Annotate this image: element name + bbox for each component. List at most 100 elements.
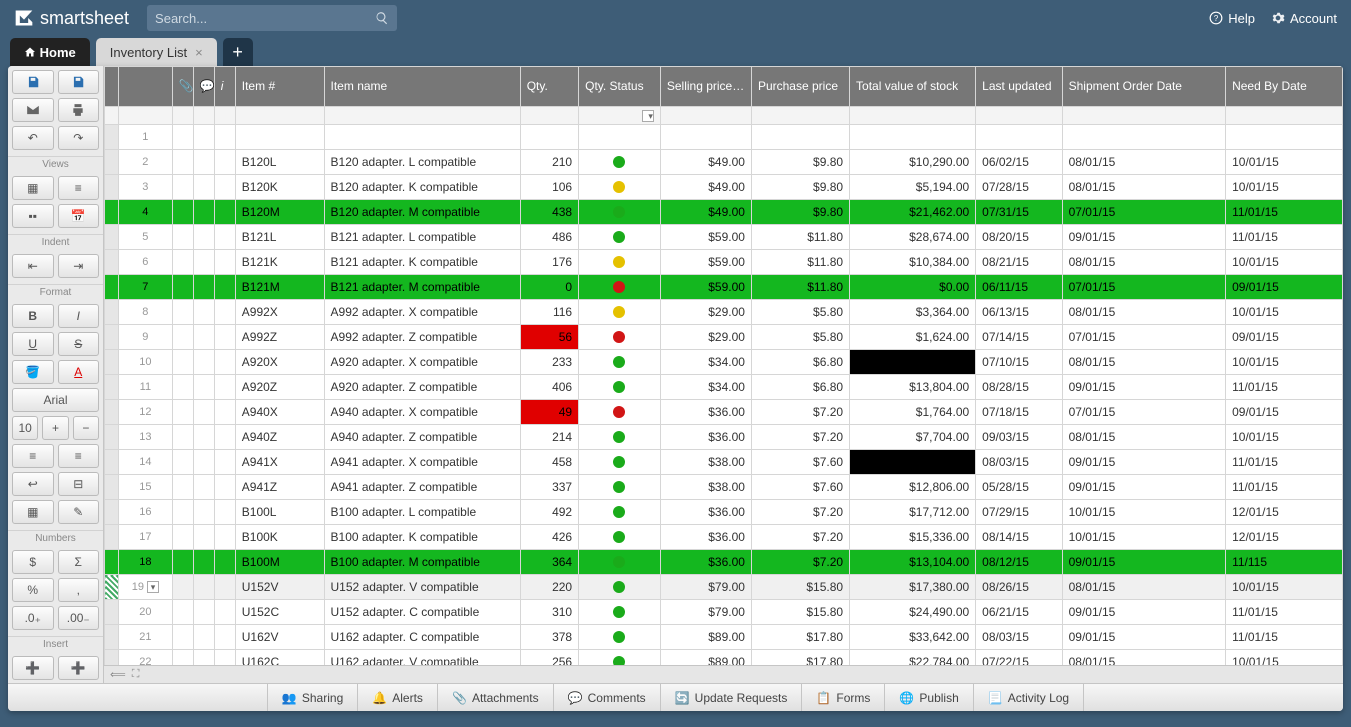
cell-need[interactable]: 11/115: [1226, 550, 1343, 575]
percent-button[interactable]: %: [12, 578, 54, 602]
cell-selling[interactable]: $36.00: [660, 550, 751, 575]
cell-item-no[interactable]: U162V: [235, 625, 324, 650]
cell-purchase[interactable]: $15.80: [751, 600, 849, 625]
cell-status[interactable]: [579, 200, 661, 225]
cell-selling[interactable]: $38.00: [660, 450, 751, 475]
cell-total[interactable]: $1,764.00: [850, 400, 976, 425]
cell-status[interactable]: [579, 550, 661, 575]
font-dec-button[interactable]: −: [73, 416, 99, 440]
table-row[interactable]: 10A920XA920 adapter. X compatible233$34.…: [105, 350, 1343, 375]
highlight-button[interactable]: ✎: [58, 500, 100, 524]
comment-col-icon[interactable]: 💬: [193, 67, 214, 107]
cell-updated[interactable]: 08/03/15: [976, 450, 1062, 475]
cell-total[interactable]: $13,804.00: [850, 375, 976, 400]
cell-qty[interactable]: 233: [520, 350, 578, 375]
cell-ship[interactable]: 10/01/15: [1062, 500, 1226, 525]
cell-item-no[interactable]: B120K: [235, 175, 324, 200]
cell-status[interactable]: [579, 275, 661, 300]
cell-purchase[interactable]: $9.80: [751, 150, 849, 175]
cell-selling[interactable]: $29.00: [660, 300, 751, 325]
table-row[interactable]: 8A992XA992 adapter. X compatible116$29.0…: [105, 300, 1343, 325]
cell-item-name[interactable]: A941 adapter. X compatible: [324, 450, 520, 475]
thousands-button[interactable]: ,: [58, 578, 100, 602]
cell-item-name[interactable]: U162 adapter. C compatible: [324, 625, 520, 650]
cell-need[interactable]: 11/01/15: [1226, 600, 1343, 625]
cell-total[interactable]: $21,462.00: [850, 200, 976, 225]
cell-item-name[interactable]: B100 adapter. M compatible: [324, 550, 520, 575]
cell-ship[interactable]: 07/01/15: [1062, 275, 1226, 300]
search-box[interactable]: [147, 5, 397, 31]
comments-button[interactable]: 💬Comments: [554, 684, 661, 711]
valign-button[interactable]: ⊟: [58, 472, 100, 496]
cell-updated[interactable]: 07/29/15: [976, 500, 1062, 525]
cell-selling[interactable]: $79.00: [660, 600, 751, 625]
cell-status[interactable]: [579, 450, 661, 475]
cell-item-no[interactable]: A920X: [235, 350, 324, 375]
table-row[interactable]: 13A940ZA940 adapter. Z compatible214$36.…: [105, 425, 1343, 450]
cell-purchase[interactable]: $11.80: [751, 250, 849, 275]
cell-updated[interactable]: 07/14/15: [976, 325, 1062, 350]
cell-item-no[interactable]: B121L: [235, 225, 324, 250]
cell-item-no[interactable]: B121K: [235, 250, 324, 275]
cell-item-no[interactable]: A940X: [235, 400, 324, 425]
table-row[interactable]: 14A941XA941 adapter. X compatible458$38.…: [105, 450, 1343, 475]
cell-ship[interactable]: 08/01/15: [1062, 175, 1226, 200]
grid-view-button[interactable]: ▦: [12, 176, 54, 200]
cell-item-name[interactable]: B100 adapter. L compatible: [324, 500, 520, 525]
scroll-left-icon[interactable]: ⟸: [110, 668, 126, 681]
cell-ship[interactable]: 07/01/15: [1062, 400, 1226, 425]
tab-home[interactable]: Home: [10, 38, 90, 66]
cell-purchase[interactable]: $17.80: [751, 650, 849, 666]
cell-total[interactable]: $33,642.00: [850, 625, 976, 650]
cell-need[interactable]: 09/01/15: [1226, 275, 1343, 300]
dec-inc-button[interactable]: .0₊: [12, 606, 54, 630]
cell-qty[interactable]: 458: [520, 450, 578, 475]
col-item-no[interactable]: Item #: [235, 67, 324, 107]
indent-button[interactable]: ⇥: [58, 254, 100, 278]
cell-selling[interactable]: $36.00: [660, 500, 751, 525]
cell-updated[interactable]: 09/03/15: [976, 425, 1062, 450]
cell-need[interactable]: 10/01/15: [1226, 575, 1343, 600]
cell-ship[interactable]: 08/01/15: [1062, 300, 1226, 325]
cell-qty[interactable]: 210: [520, 150, 578, 175]
cell-status[interactable]: [579, 625, 661, 650]
cell-qty[interactable]: 49: [520, 400, 578, 425]
cell-selling[interactable]: $34.00: [660, 375, 751, 400]
cell-total[interactable]: $12,806.00: [850, 475, 976, 500]
cell-total[interactable]: $0.00: [850, 275, 976, 300]
cell-item-no[interactable]: U152C: [235, 600, 324, 625]
cell-ship[interactable]: 08/01/15: [1062, 250, 1226, 275]
cell-purchase[interactable]: $9.80: [751, 175, 849, 200]
cell-need[interactable]: 10/01/15: [1226, 250, 1343, 275]
cell-item-name[interactable]: B120 adapter. L compatible: [324, 150, 520, 175]
cell-status[interactable]: [579, 500, 661, 525]
cell-total[interactable]: $1,624.00: [850, 325, 976, 350]
calendar-view-button[interactable]: 📅: [58, 204, 100, 228]
cell-updated[interactable]: 07/31/15: [976, 200, 1062, 225]
cell-ship[interactable]: 07/01/15: [1062, 325, 1226, 350]
close-icon[interactable]: ×: [195, 45, 203, 60]
cell-purchase[interactable]: $7.60: [751, 475, 849, 500]
row-dropdown-icon[interactable]: ▾: [147, 581, 159, 593]
cell-purchase[interactable]: $11.80: [751, 225, 849, 250]
cell-ship[interactable]: 09/01/15: [1062, 550, 1226, 575]
cell-item-no[interactable]: B120M: [235, 200, 324, 225]
save-as-button[interactable]: [58, 70, 100, 94]
gantt-view-button[interactable]: ≡: [58, 176, 100, 200]
cell-purchase[interactable]: $9.80: [751, 200, 849, 225]
cell-updated[interactable]: 08/03/15: [976, 625, 1062, 650]
cell-qty[interactable]: 426: [520, 525, 578, 550]
cell-qty[interactable]: 337: [520, 475, 578, 500]
col-ship[interactable]: Shipment Order Date: [1062, 67, 1226, 107]
col-item-name[interactable]: Item name: [324, 67, 520, 107]
cell-item-name[interactable]: U162 adapter. V compatible: [324, 650, 520, 666]
print-button[interactable]: [58, 98, 100, 122]
cell-purchase[interactable]: $7.20: [751, 500, 849, 525]
cell-item-name[interactable]: A920 adapter. X compatible: [324, 350, 520, 375]
cell-total[interactable]: $24,490.00: [850, 600, 976, 625]
cell-updated[interactable]: 07/28/15: [976, 175, 1062, 200]
table-row[interactable]: 7B121MB121 adapter. M compatible0$59.00$…: [105, 275, 1343, 300]
table-row[interactable]: 19 ▾U152VU152 adapter. V compatible220$7…: [105, 575, 1343, 600]
cell-item-no[interactable]: A941Z: [235, 475, 324, 500]
help-link[interactable]: ?Help: [1209, 11, 1255, 26]
